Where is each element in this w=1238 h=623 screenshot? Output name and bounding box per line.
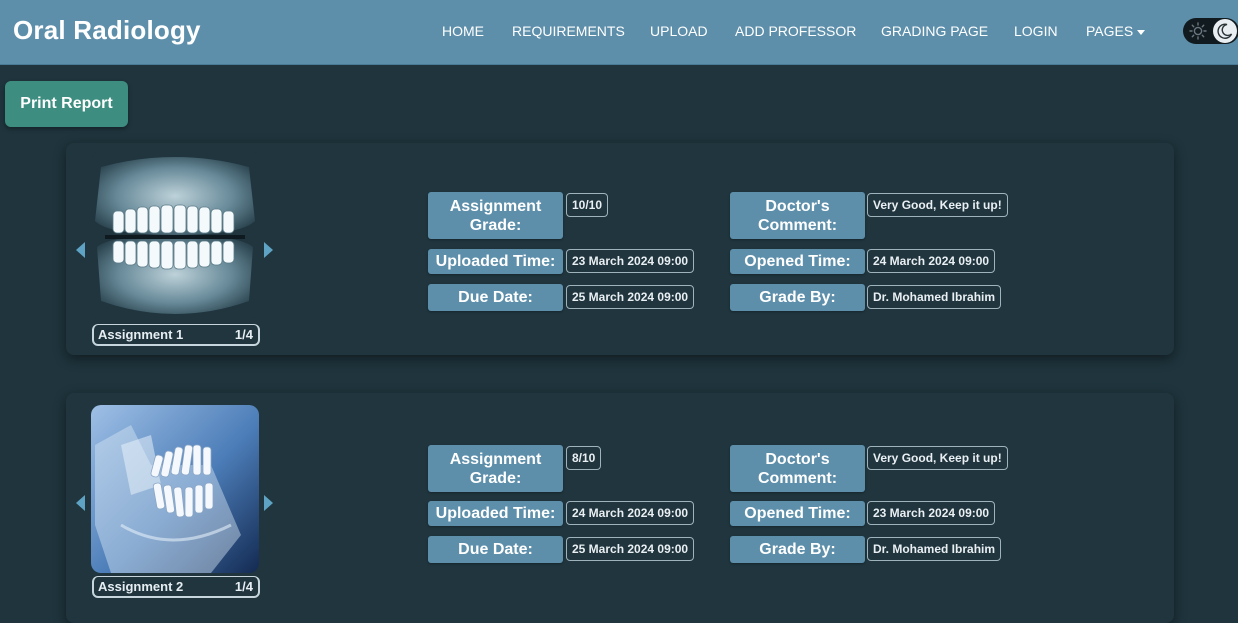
due-date-value: 25 March 2024 09:00: [566, 537, 695, 561]
nav-login[interactable]: LOGIN: [1014, 23, 1058, 39]
dental-xray-image: [91, 405, 259, 573]
due-date-label: Due Date:: [428, 536, 563, 563]
moon-knob: [1213, 19, 1237, 43]
image-counter: 1/4: [234, 327, 253, 342]
navbar: Oral Radiology HOME REQUIREMENTS UPLOAD …: [0, 0, 1238, 65]
nav-requirements[interactable]: REQUIREMENTS: [512, 23, 625, 39]
chevron-right-icon[interactable]: [264, 242, 273, 258]
dental-xray-image: [91, 151, 259, 319]
nav-pages-label: PAGES: [1086, 23, 1134, 39]
caret-down-icon: [1137, 29, 1146, 35]
grade-by-label: Grade By:: [730, 284, 865, 311]
nav-add-professor[interactable]: ADD PROFESSOR: [735, 23, 856, 39]
opened-time-value: 24 March 2024 09:00: [867, 249, 996, 273]
grade-by-value: Dr. Mohamed Ibrahim: [867, 537, 1002, 561]
grade-label: Assignment Grade:: [428, 192, 563, 239]
nav-grading-page[interactable]: GRADING PAGE: [881, 23, 988, 39]
nav-home[interactable]: HOME: [442, 23, 484, 39]
grade-label: Assignment Grade:: [428, 445, 563, 492]
image-counter: 1/4: [234, 579, 253, 594]
opened-time-label: Opened Time:: [730, 501, 865, 526]
grade-by-label: Grade By:: [730, 536, 865, 563]
nav-pages-dropdown[interactable]: PAGES: [1086, 23, 1146, 39]
nav-upload[interactable]: UPLOAD: [650, 23, 708, 39]
grade-value: 8/10: [566, 446, 602, 470]
assignment-card: Assignment 1 1/4 Assignment Grade: 10/10…: [66, 143, 1174, 355]
doctor-comment-label: Doctor's Comment:: [730, 445, 865, 492]
chevron-right-icon[interactable]: [264, 495, 273, 511]
due-date-label: Due Date:: [428, 284, 563, 311]
theme-toggle[interactable]: [1183, 18, 1238, 44]
grade-value: 10/10: [566, 193, 609, 217]
sun-icon: [1189, 22, 1207, 40]
uploaded-time-label: Uploaded Time:: [428, 249, 563, 274]
opened-time-label: Opened Time:: [730, 249, 865, 274]
uploaded-time-label: Uploaded Time:: [428, 501, 563, 526]
assignment-title: Assignment 1: [98, 327, 184, 342]
doctor-comment-label: Doctor's Comment:: [730, 192, 865, 239]
chevron-left-icon[interactable]: [76, 495, 85, 511]
image-caption: Assignment 1 1/4: [92, 324, 260, 346]
doctor-comment-value: Very Good, Keep it up!: [867, 446, 1008, 470]
assignment-title: Assignment 2: [98, 579, 184, 594]
image-caption: Assignment 2 1/4: [92, 576, 260, 598]
print-report-button[interactable]: Print Report: [5, 81, 128, 127]
due-date-value: 25 March 2024 09:00: [566, 285, 695, 309]
uploaded-time-value: 24 March 2024 09:00: [566, 501, 695, 525]
opened-time-value: 23 March 2024 09:00: [867, 501, 996, 525]
grade-by-value: Dr. Mohamed Ibrahim: [867, 285, 1002, 309]
uploaded-time-value: 23 March 2024 09:00: [566, 249, 695, 273]
doctor-comment-value: Very Good, Keep it up!: [867, 193, 1008, 217]
assignment-card: Assignment 2 1/4 Assignment Grade: 8/10 …: [66, 393, 1174, 623]
moon-icon: [1217, 23, 1233, 39]
chevron-left-icon[interactable]: [76, 242, 85, 258]
app-title[interactable]: Oral Radiology: [13, 15, 201, 46]
